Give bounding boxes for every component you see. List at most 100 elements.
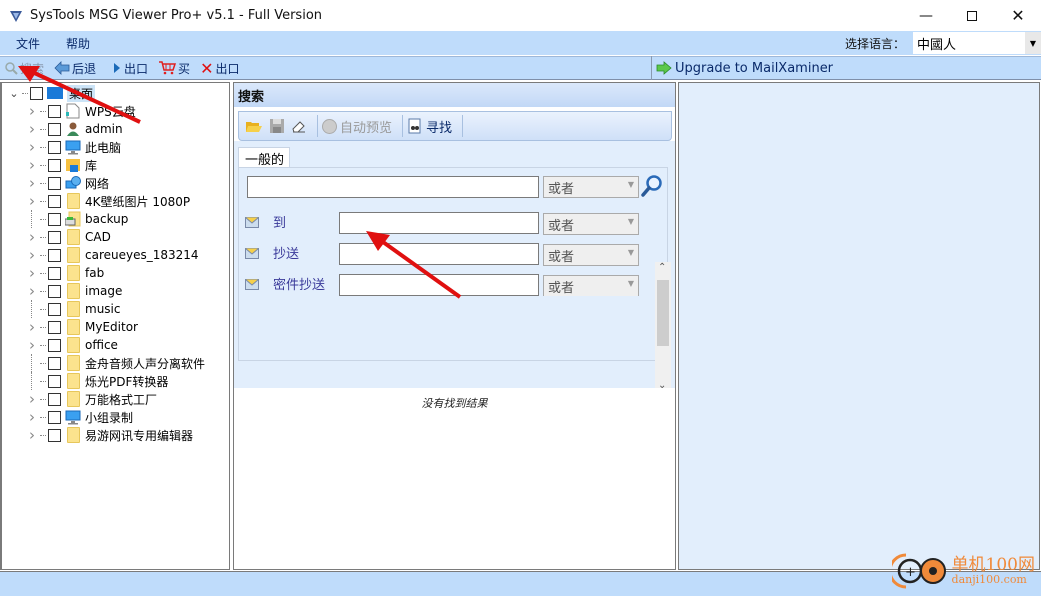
back-button[interactable]: 后退	[54, 60, 96, 77]
tree-connector	[40, 326, 46, 328]
chevron-right-icon[interactable]: ›	[26, 264, 38, 282]
green-arrow-icon	[656, 61, 672, 75]
tree-checkbox[interactable]	[48, 284, 61, 298]
tree-checkbox[interactable]	[48, 320, 61, 334]
scrollbar-thumb[interactable]	[657, 280, 669, 346]
tree-checkbox[interactable]	[48, 356, 61, 370]
tree-item[interactable]: › careueyes_183214	[26, 246, 199, 264]
condition-input[interactable]	[339, 274, 539, 296]
condition-label: 抄送	[273, 247, 300, 262]
tree-item-label: WPS云盘	[85, 104, 136, 119]
tree-item[interactable]: › CAD	[26, 228, 111, 246]
tree-checkbox[interactable]	[48, 212, 61, 226]
tree-item[interactable]: 金舟音频人声分离软件	[26, 354, 205, 372]
close-button[interactable]: ✕	[995, 0, 1041, 31]
tree-connector	[40, 200, 46, 202]
tree-connector	[31, 300, 32, 318]
tree-checkbox[interactable]	[48, 410, 61, 424]
chevron-down-icon[interactable]: ▼	[1025, 32, 1041, 54]
general-operator-select[interactable]: 或者 ▼	[543, 176, 639, 198]
maximize-button[interactable]	[949, 0, 995, 31]
tree-checkbox[interactable]	[48, 176, 61, 190]
chevron-right-icon[interactable]: ›	[26, 192, 38, 210]
tree-item[interactable]: 烁光PDF转换器	[26, 372, 168, 390]
tree-checkbox[interactable]	[48, 122, 61, 136]
condition-input[interactable]	[339, 243, 539, 265]
eraser-icon[interactable]	[291, 119, 307, 133]
condition-operator-select[interactable]: 或者 ▼	[543, 275, 639, 296]
tree-item[interactable]: › WPS云盘	[26, 102, 136, 120]
tree-item[interactable]: › image	[26, 282, 122, 300]
tree-checkbox[interactable]	[48, 104, 61, 118]
close-icon: ✕	[1011, 6, 1025, 25]
tree-item[interactable]: › office	[26, 336, 118, 354]
chevron-right-icon[interactable]: ›	[26, 426, 38, 444]
tree-checkbox[interactable]	[48, 302, 61, 316]
menu-help[interactable]: 帮助	[58, 35, 98, 52]
find-button[interactable]: 寻找	[407, 117, 452, 136]
tree-item[interactable]: › 此电脑	[26, 138, 121, 156]
chevron-right-icon[interactable]: ›	[26, 408, 38, 426]
tree-item[interactable]: › 4K壁纸图片 1080P	[26, 192, 190, 210]
exit-button[interactable]: ✕ 出口	[200, 59, 239, 78]
auto-preview-toggle[interactable]: 自动预览	[322, 117, 392, 136]
condition-input[interactable]	[339, 212, 539, 234]
chevron-right-icon[interactable]: ›	[26, 174, 38, 192]
save-icon[interactable]	[269, 118, 285, 134]
tree-checkbox[interactable]	[48, 158, 61, 172]
watermark-line2: danji100.com	[951, 573, 1027, 586]
tree-item[interactable]: backup	[26, 210, 128, 228]
tree-checkbox[interactable]	[48, 266, 61, 280]
tree-checkbox[interactable]	[48, 338, 61, 352]
tree-item[interactable]: › MyEditor	[26, 318, 138, 336]
exit-button-label: 出口	[215, 61, 240, 76]
search-pane: 搜索 自动预览 寻找 一般的 或者 ▼ 到 或者 ▼ 抄送 或者 ▼ 密件抄送 …	[233, 82, 676, 570]
general-search-input[interactable]	[247, 176, 539, 198]
tree-root[interactable]: ⌄ 桌面	[8, 84, 96, 102]
tree-item[interactable]: › 库	[26, 156, 97, 174]
open-folder-icon[interactable]	[245, 118, 263, 134]
tree-checkbox[interactable]	[48, 248, 61, 262]
buy-button[interactable]: 买	[158, 60, 190, 77]
menu-file[interactable]: 文件	[8, 35, 48, 52]
condition-operator-select[interactable]: 或者 ▼	[543, 244, 639, 266]
chevron-right-icon[interactable]: ›	[26, 246, 38, 264]
language-dropdown[interactable]: 中國人 ▼	[913, 32, 1041, 54]
vertical-scrollbar[interactable]: ⌃ ⌄	[655, 262, 671, 396]
chevron-right-icon[interactable]: ›	[26, 120, 38, 138]
upgrade-button[interactable]: Upgrade to MailXaminer	[651, 56, 833, 80]
tree-item[interactable]: › admin	[26, 120, 123, 138]
chevron-right-icon[interactable]: ›	[26, 228, 38, 246]
operator-value: 或者	[548, 249, 575, 265]
tree-checkbox[interactable]	[48, 392, 61, 406]
tab-general[interactable]: 一般的	[238, 147, 290, 168]
chevron-right-icon[interactable]: ›	[26, 318, 38, 336]
chevron-right-icon[interactable]: ›	[26, 390, 38, 408]
tree-item[interactable]: › 万能格式工厂	[26, 390, 157, 408]
tree-checkbox[interactable]	[48, 140, 61, 154]
tree-checkbox[interactable]	[48, 230, 61, 244]
tree-item[interactable]: › fab	[26, 264, 104, 282]
chevron-right-icon[interactable]: ›	[26, 102, 38, 120]
chevron-right-icon[interactable]: ›	[26, 156, 38, 174]
tree-item-label: 库	[85, 158, 98, 173]
tree-checkbox[interactable]	[48, 374, 61, 388]
chevron-right-icon[interactable]: ›	[26, 138, 38, 156]
chevron-right-icon[interactable]: ›	[26, 282, 38, 300]
tree-item[interactable]: › 网络	[26, 174, 109, 192]
tree-item[interactable]: › 小组录制	[26, 408, 133, 426]
chevron-down-icon[interactable]: ⌄	[8, 87, 20, 100]
condition-operator-select[interactable]: 或者 ▼	[543, 213, 639, 235]
chevron-right-icon[interactable]: ›	[26, 336, 38, 354]
tree-item[interactable]: › 易游网讯专用编辑器	[26, 426, 193, 444]
tree-item[interactable]: music	[26, 300, 120, 318]
scroll-up-icon[interactable]: ⌃	[658, 262, 666, 273]
minimize-button[interactable]: —	[903, 0, 949, 31]
magnifier-icon[interactable]	[641, 174, 663, 201]
play-icon	[112, 62, 122, 74]
search-button[interactable]: 搜索	[4, 60, 44, 77]
tree-checkbox[interactable]	[30, 86, 43, 100]
export-button[interactable]: 出口	[112, 60, 148, 77]
tree-checkbox[interactable]	[48, 428, 61, 442]
tree-checkbox[interactable]	[48, 194, 61, 208]
